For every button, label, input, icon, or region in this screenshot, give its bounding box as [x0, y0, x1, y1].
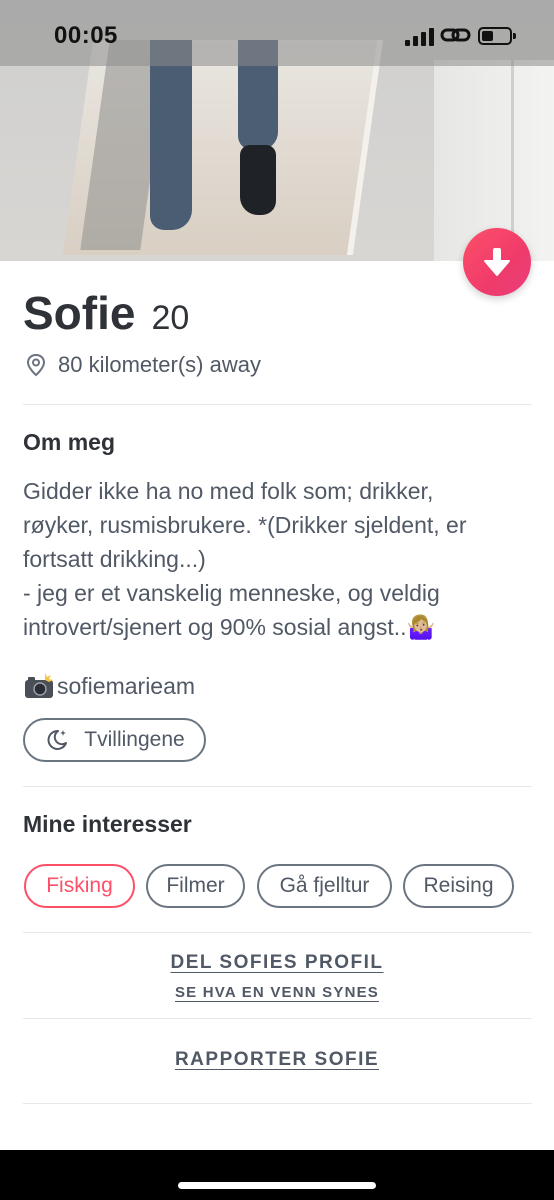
status-time: 00:05	[54, 22, 118, 49]
interest-label: Gå fjelltur	[279, 874, 370, 897]
report-profile-link[interactable]: RAPPORTER SOFIE	[0, 1049, 554, 1071]
divider	[23, 1103, 532, 1104]
divider	[23, 404, 532, 405]
location-pin-icon	[26, 353, 46, 377]
distance-text: 80 kilometer(s) away	[58, 352, 261, 377]
divider	[23, 786, 532, 787]
bio-line: røyker, rusmisbrukere. *(Drikker sjelden…	[23, 512, 467, 538]
interest-label: Fisking	[46, 874, 113, 897]
interest-chip-fisking[interactable]: Fisking	[24, 864, 135, 908]
bio-text: Gidder ikke ha no med folk som; drikker,…	[23, 474, 535, 644]
zodiac-label: Tvillingene	[84, 728, 185, 751]
collapse-profile-button[interactable]	[463, 228, 531, 296]
interest-label: Reising	[423, 874, 494, 897]
photo-leg-left	[150, 40, 192, 230]
interest-chip-reising[interactable]: Reising	[403, 864, 514, 908]
distance-row: 80 kilometer(s) away	[26, 352, 261, 378]
name-age-row: Sofie 20	[23, 286, 189, 340]
interest-chip-filmer[interactable]: Filmer	[146, 864, 245, 908]
moon-stars-icon	[47, 729, 68, 750]
battery-icon	[478, 27, 516, 45]
cellular-signal-icon	[405, 28, 434, 46]
bio-line: - jeg er et vanskelig menneske, og veldi…	[23, 580, 440, 606]
profile-screen: 00:05 Sofie 20 80 kilometer(s) away Om m…	[0, 0, 554, 1200]
bio-line: fortsatt drikking...)	[23, 546, 206, 572]
camera-flash-icon	[25, 673, 53, 698]
about-title: Om meg	[23, 429, 116, 455]
profile-age: 20	[151, 299, 190, 337]
interest-chip-ga-fjelltur[interactable]: Gå fjelltur	[257, 864, 392, 908]
bio-line: introvert/sjenert og 90% sosial angst..🤷…	[23, 614, 436, 640]
home-bar-area	[0, 1150, 554, 1200]
zodiac-chip: Tvillingene	[23, 718, 206, 762]
bio-line: Gidder ikke ha no med folk som; drikker,	[23, 478, 434, 504]
divider	[23, 1018, 532, 1019]
photo-sock	[240, 145, 276, 215]
interest-label: Filmer	[166, 874, 225, 897]
status-bar: 00:05	[0, 0, 554, 66]
home-indicator[interactable]	[178, 1182, 376, 1189]
profile-name: Sofie	[23, 287, 136, 339]
instagram-handle-row: sofiemarieam	[23, 672, 195, 700]
personal-hotspot-icon	[440, 28, 471, 42]
see-what-friend-thinks-link[interactable]: SE HVA EN VENN SYNES	[0, 984, 554, 1001]
interests-title: Mine interesser	[23, 811, 192, 837]
instagram-handle: sofiemarieam	[57, 672, 196, 699]
share-profile-link[interactable]: DEL SOFIES PROFIL	[0, 952, 554, 974]
divider	[23, 932, 532, 933]
arrow-down-icon	[484, 248, 510, 276]
